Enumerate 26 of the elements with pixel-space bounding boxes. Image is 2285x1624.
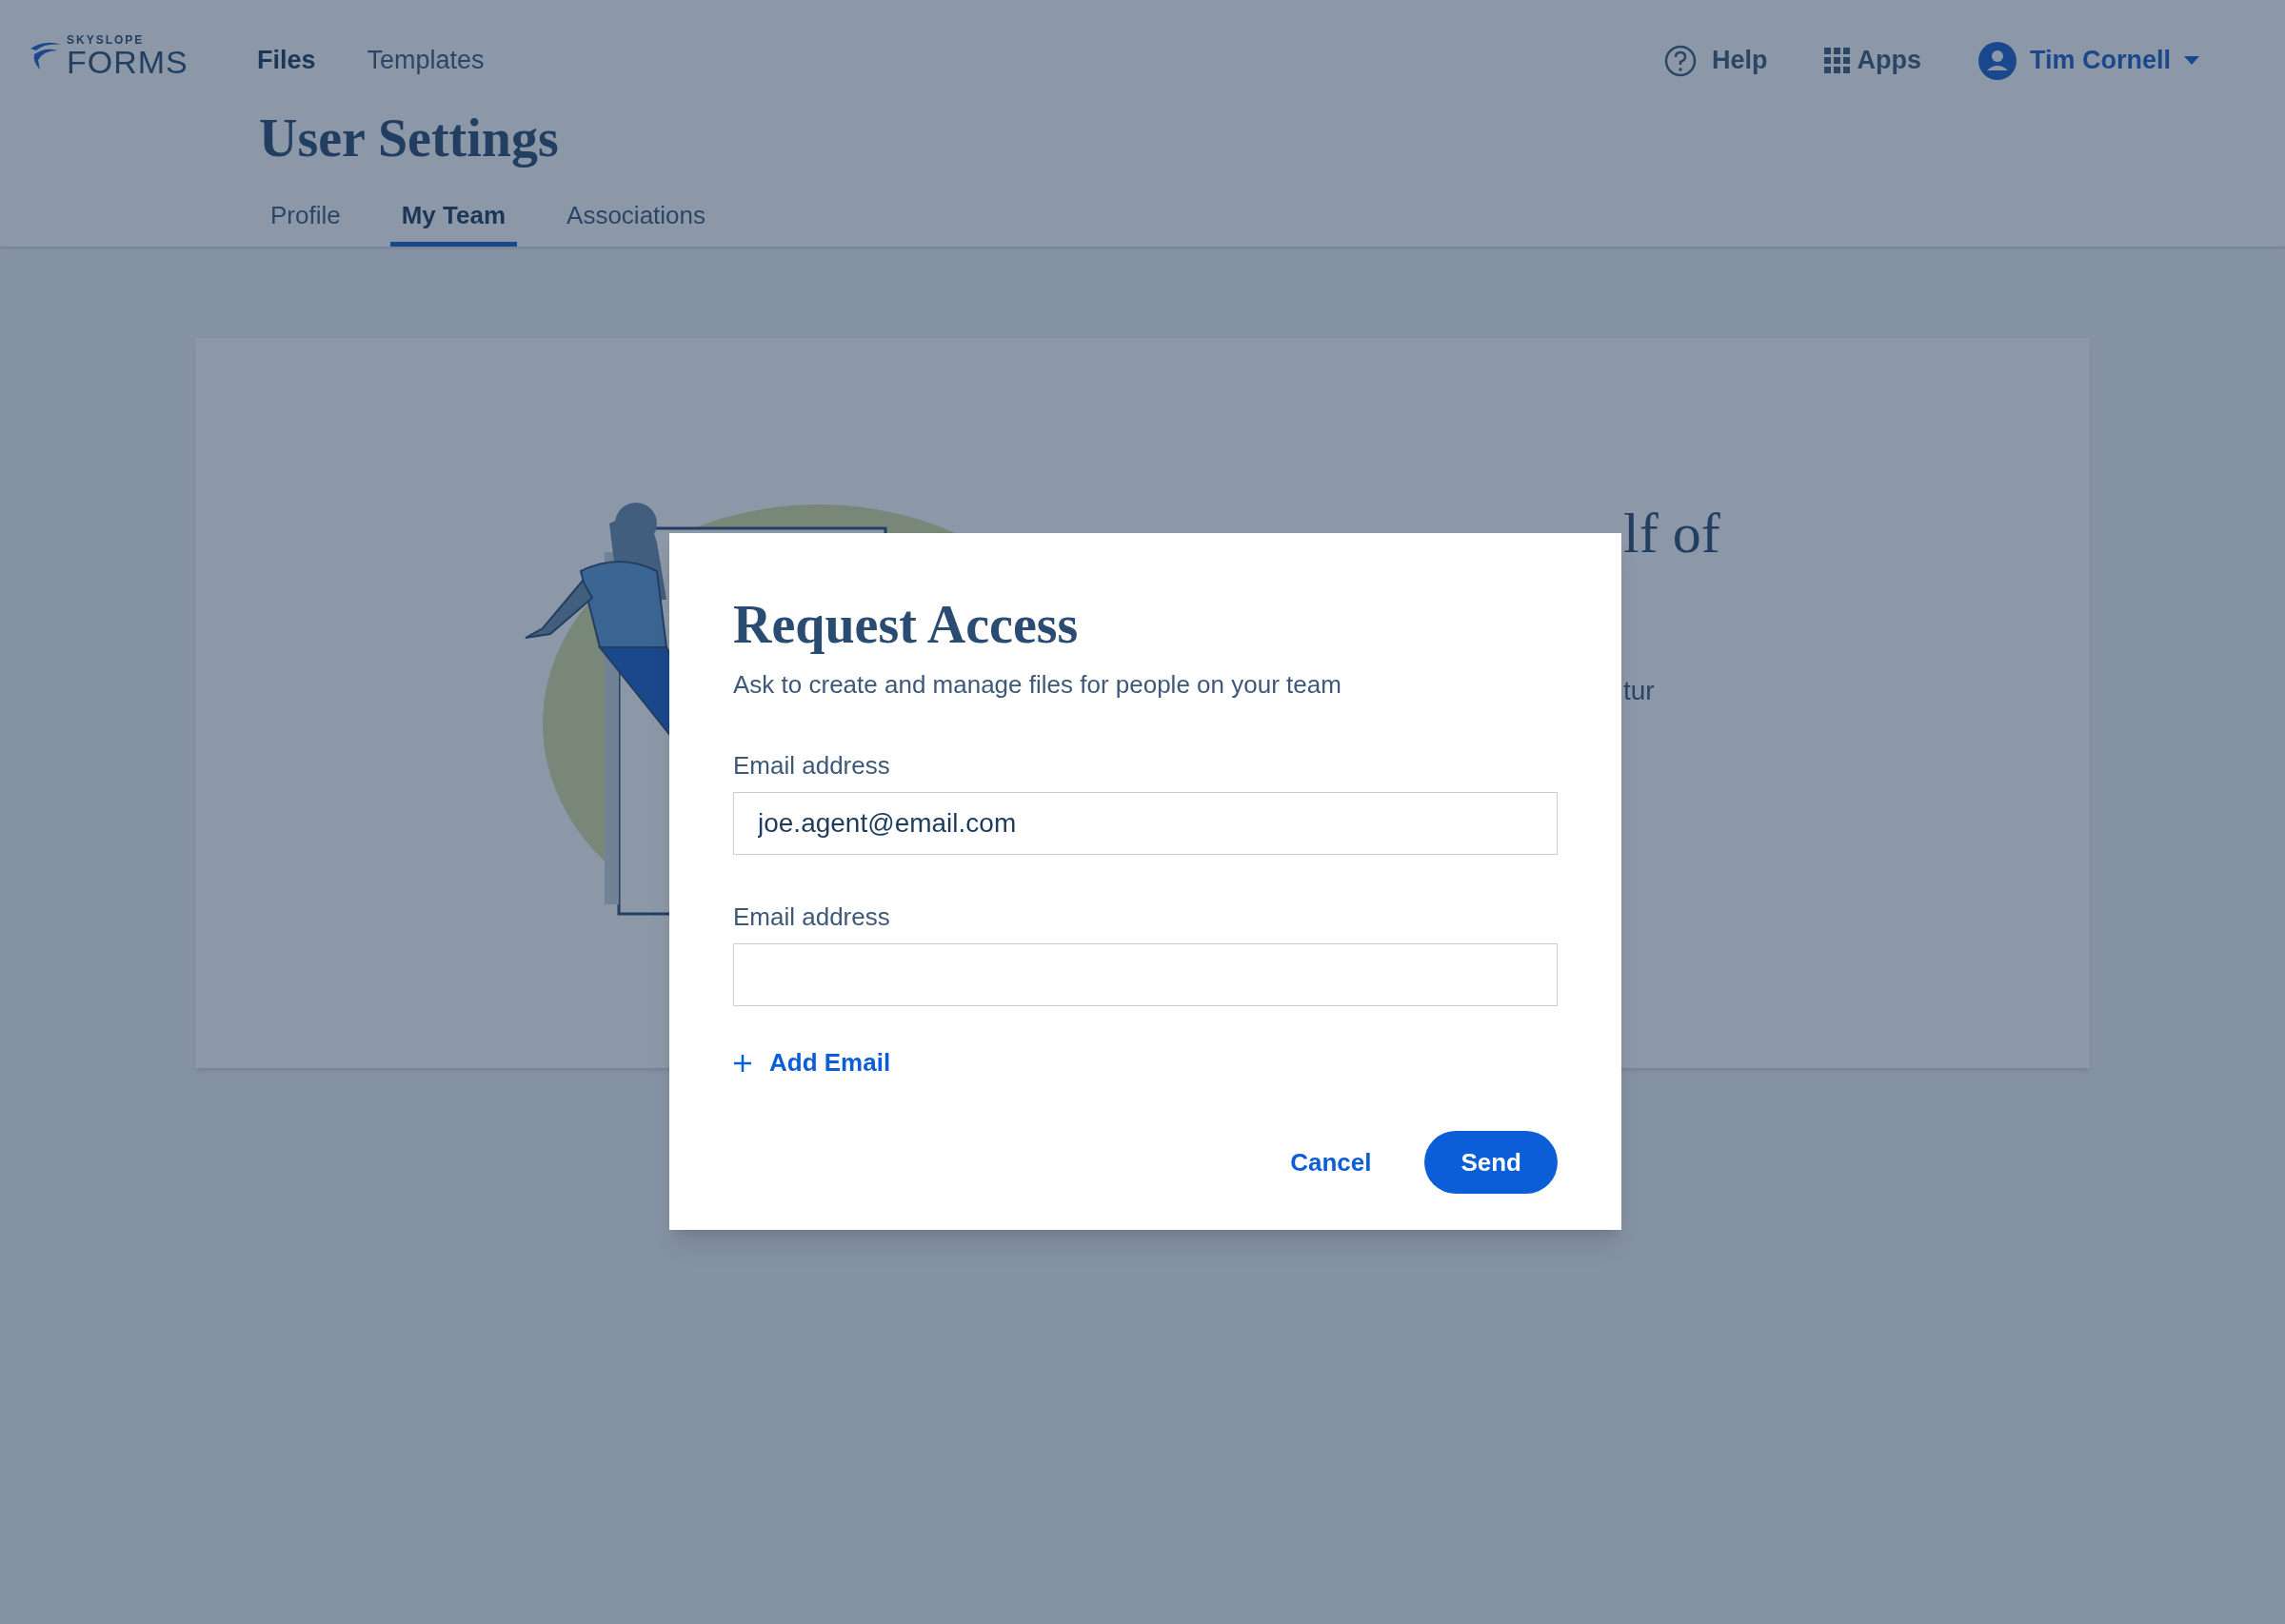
card-heading: lf of [1623,505,1720,562]
user-avatar-icon [1977,41,2017,80]
nav-link[interactable]: Templates [367,41,485,80]
field-label: Email address [733,901,890,933]
add-email-link[interactable]: Add Email [733,1044,891,1081]
tab[interactable]: My Team [389,197,518,247]
logo[interactable]: SKYSLOPE FORMS [29,33,228,78]
cancel-button[interactable]: Cancel [1275,1143,1387,1181]
caret-icon [2184,55,2199,66]
help-link[interactable]: Help [1663,41,1768,80]
logo-subtitle: SKYSLOPE [67,33,146,46]
plus-icon [733,1053,752,1073]
nav-link[interactable]: Files [257,41,316,80]
logo-title: FORMS [67,45,189,78]
help-icon [1663,44,1697,77]
tab[interactable]: Associations [555,197,717,247]
field-label: Email address [733,750,890,782]
grid-icon [1824,47,1852,74]
dialog-subtitle: Ask to create and manage files for people on your team [733,669,1341,701]
tab[interactable]: Profile [259,197,352,247]
email-field[interactable] [733,943,1558,1006]
email-field[interactable]: joe.agent@email.com [733,792,1558,855]
user-menu[interactable]: Tim Cornell [1977,41,2199,80]
send-button[interactable]: Send [1424,1131,1558,1194]
card-text: tur [1623,678,1656,704]
apps-link[interactable]: Apps [1824,41,1921,80]
